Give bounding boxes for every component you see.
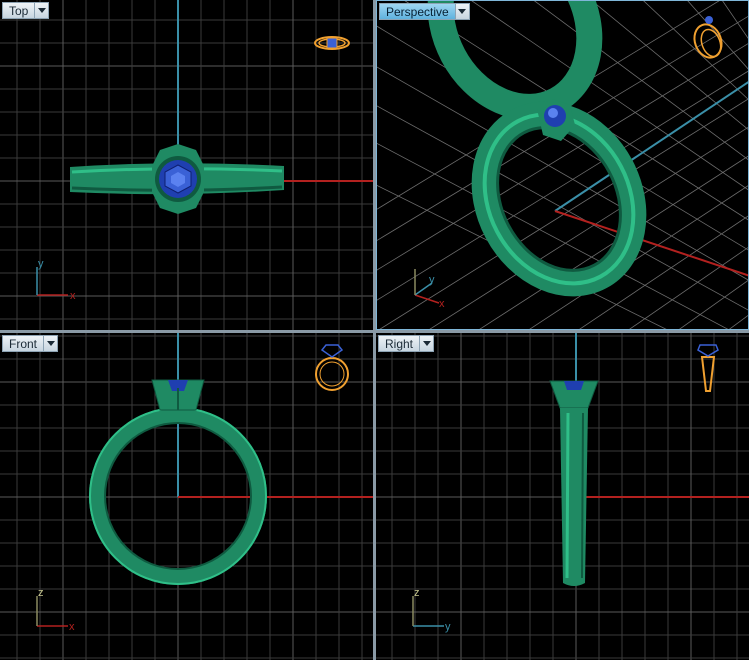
- ring-preview-icon: [693, 16, 723, 59]
- axis-triad-icon: x y: [36, 258, 76, 302]
- ring-model: [427, 1, 647, 297]
- axis-label-1: x: [70, 290, 76, 302]
- right-canvas: y z: [376, 333, 749, 660]
- chevron-down-icon[interactable]: [43, 335, 59, 352]
- viewport-front[interactable]: Front x z: [0, 333, 373, 660]
- chevron-down-icon[interactable]: [419, 335, 435, 352]
- chevron-down-icon[interactable]: [454, 3, 470, 20]
- ring-preview-icon: [697, 344, 719, 392]
- axis-label-1: x: [439, 298, 445, 310]
- world-axis-x: [554, 210, 748, 277]
- axis-label-2: y: [38, 258, 44, 270]
- axis-label-1: x: [69, 621, 75, 633]
- viewport-tab-label: Front: [2, 335, 44, 352]
- viewport-tab-top[interactable]: Top: [2, 2, 50, 19]
- axis-label-1: y: [445, 621, 451, 633]
- viewport-tab-label: Top: [2, 2, 35, 19]
- viewport-tab-label: Perspective: [379, 3, 455, 20]
- front-canvas: x z: [0, 333, 373, 660]
- ring-preview-icon: [315, 344, 349, 391]
- top-canvas: x y: [0, 0, 373, 330]
- axis-triad-icon: x z: [36, 587, 75, 633]
- viewport-tab-right[interactable]: Right: [378, 335, 435, 352]
- axis-label-2: y: [429, 274, 435, 286]
- ring-model: [549, 380, 599, 586]
- viewport-top[interactable]: Top x y: [0, 0, 373, 330]
- viewport-tab-front[interactable]: Front: [2, 335, 59, 352]
- viewport-perspective[interactable]: Perspective x y: [376, 0, 749, 330]
- viewport-tab-perspective[interactable]: Perspective: [379, 3, 470, 20]
- axis-triad-icon: y z: [412, 587, 451, 633]
- perspective-canvas: x y: [377, 1, 748, 329]
- chevron-down-icon[interactable]: [34, 2, 50, 19]
- axis-label-2: z: [38, 587, 44, 599]
- viewport-right[interactable]: Right y z: [376, 333, 749, 660]
- axis-label-2: z: [414, 587, 420, 599]
- viewport-tab-label: Right: [378, 335, 420, 352]
- axis-triad-icon: x y: [414, 269, 445, 310]
